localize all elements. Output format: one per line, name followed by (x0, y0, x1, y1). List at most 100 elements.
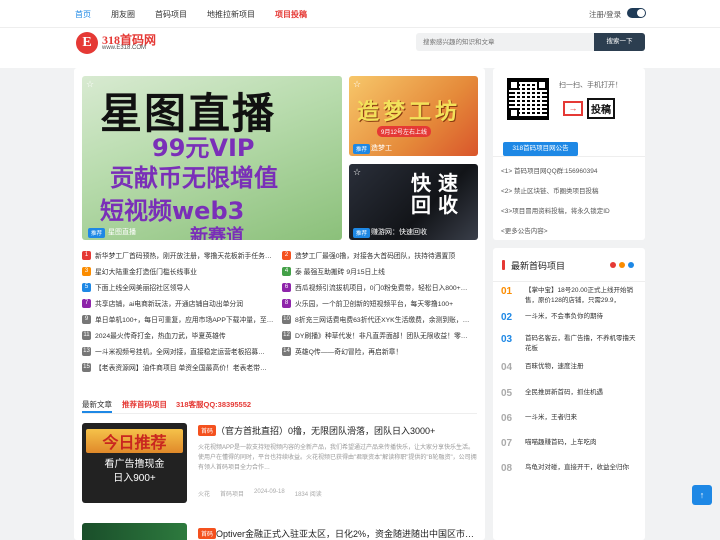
sidebar-promo-panel: 扫一扫、手机打开！ → 投稿 318首码项目网公告 <1> 首码项目网QQ群:1… (493, 68, 645, 240)
logo-icon[interactable]: E (76, 32, 98, 54)
dot-icon (628, 262, 634, 268)
ranking-item[interactable]: 05 全民推屏新首码，抓住机遇 (501, 388, 641, 408)
back-to-top-button[interactable]: ↑ (692, 485, 712, 505)
category-badge: 首码 (198, 528, 217, 539)
scan-hint: 扫一扫、手机打开！ (559, 82, 622, 89)
rank-badge: 8 (282, 298, 291, 308)
article-category[interactable]: 首码项目 (220, 489, 244, 498)
article-card[interactable]: 今日推荐 看广告撸现金 日入900+ 首码 （官方首批直招）0撸，无限团队滑落，团… (82, 423, 482, 508)
slide-caption[interactable]: 赚游网：快速回收 (371, 227, 427, 237)
recommend-badge: 推荐 (353, 228, 371, 238)
rank-badge: 4 (282, 266, 291, 276)
slide-line: 9月12号左右上线 (377, 126, 432, 137)
main-content: ☆ 星图直播 99元VIP 贡献币无限增值 短视频web3 新赛道 推荐 星图直… (74, 68, 485, 540)
rank-badge: 14 (282, 346, 291, 356)
nav-item-moments[interactable]: 朋友圈 (111, 9, 135, 20)
news-item[interactable]: 4泰 最强互助搬砖 9月15日上线 (282, 265, 482, 277)
rank-number: 02 (501, 312, 513, 323)
notice-item[interactable]: <2> 禁止区块链、币圈类项目投稿 (501, 185, 599, 195)
tab-qq[interactable]: 318客服QQ:38395552 (176, 399, 251, 410)
news-item[interactable]: 15 【老表资源网】油件商项目 单资全国最高价！老表老带… (82, 361, 282, 373)
author-name[interactable]: 火花 (198, 489, 210, 498)
login-arrow-icon: → (563, 101, 583, 116)
star-icon: ☆ (353, 167, 362, 177)
article-thumbnail[interactable] (82, 523, 187, 540)
notice-more-link[interactable]: <更多公告内容> (501, 225, 548, 235)
rank-number: 07 (501, 438, 513, 449)
tab-recommend[interactable]: 推荐首码项目 (122, 399, 167, 410)
nav-item-ground-promo[interactable]: 地推拉新项目 (207, 9, 255, 20)
star-icon: ☆ (353, 79, 362, 89)
slider-main-card[interactable]: ☆ 星图直播 99元VIP 贡献币无限增值 短视频web3 新赛道 推荐 星图直… (82, 76, 342, 240)
rank-number: 08 (501, 463, 513, 474)
article-title[interactable]: Optiver金融正式入驻亚太区，日化2%，资金随进随出中国区市… (216, 527, 474, 540)
news-item[interactable]: 11 2024最火传奇打金，热血刀武，毕夏英雄传 (82, 329, 282, 341)
news-item[interactable]: 13 一斗米视频号挂机，全网对接，直接稳定运营老板招募… (82, 345, 282, 357)
ranking-item[interactable]: 08 鸟龟对对碰，直接开干，收益全归你 (501, 463, 641, 483)
rank-badge: 12 (282, 330, 291, 340)
search-button[interactable]: 搜索一下 (594, 33, 645, 51)
nav-item-projects[interactable]: 首码项目 (155, 9, 187, 20)
notice-item[interactable]: <1> 首码项目网QQ群:156960394 (501, 165, 597, 175)
article-thumbnail[interactable]: 今日推荐 看广告撸现金 日入900+ (82, 423, 187, 503)
qr-corner (509, 80, 519, 90)
article-excerpt: 火花视频APP是一款支持短视频内容的全新产品，我们希望通过产品来传播快乐，让大家… (198, 445, 477, 471)
news-item[interactable]: 3 星幻大陆重金打造低门槛长线事业 (82, 265, 282, 277)
dot-icon (610, 262, 616, 268)
slide-line: 新赛道 (190, 226, 244, 240)
slide-line: 贡献币无限增值 (110, 164, 278, 192)
tab-latest[interactable]: 最新文章 (82, 399, 112, 410)
dot-icon (619, 262, 625, 268)
nav-item-home[interactable]: 首页 (75, 9, 91, 20)
rank-badge: 10 (282, 314, 291, 324)
ranking-item[interactable]: 07 喵喵趣赚首码，上车吃肉 (501, 438, 641, 458)
rank-badge: 7 (82, 298, 91, 308)
rank-badge: 5 (82, 282, 91, 292)
ranking-item[interactable]: 04 百昧优物，速度注册 (501, 362, 641, 382)
news-item[interactable]: 5 下面上线全网美丽招社区领导人 (82, 281, 282, 293)
slide-caption[interactable]: 星图直播 (108, 227, 136, 237)
article-title[interactable]: （官方首批直招）0撸，无限团队滑落，团队日入3000+ (216, 424, 435, 437)
star-icon: ☆ (86, 79, 95, 89)
submit-button[interactable]: → 投稿 (563, 98, 615, 119)
site-header: E 318首码网 www.E318.COM 搜索一下 (0, 28, 720, 68)
news-item[interactable]: 7 共享店铺，ai电商新玩法，开通店铺自动出单分润 (82, 297, 282, 309)
ranking-item[interactable]: 02 一斗米，不会事负你的期待 (501, 312, 641, 332)
thumb-title: 今日推荐 (86, 429, 183, 453)
news-item[interactable]: 14 英雄Q传——奇幻冒险，再启新章！ (282, 345, 482, 357)
widget-title: 最新首码项目 (511, 261, 566, 271)
divider (493, 156, 645, 157)
ranking-item[interactable]: 06 一斗米，王者归来 (501, 413, 641, 433)
search-input[interactable] (416, 33, 594, 51)
news-item[interactable]: 9 单日单机100+，每日可重复，应用市场APP下载冲量，至… (82, 313, 282, 325)
tab-announcements[interactable]: 318首码项目网公告 (503, 142, 578, 156)
slider-side-card-top[interactable]: ☆ 造梦工坊 9月12号左右上线 推荐 造梦工 (349, 76, 478, 156)
rank-badge: 2 (282, 250, 291, 260)
notice-item[interactable]: <3>项目冒用资料投稿，将永久锁定ID (501, 205, 610, 215)
top-nav-bar: 首页 朋友圈 首码项目 地推拉新项目 项目投稿 注册/登录 (0, 0, 720, 28)
news-item[interactable]: 12 DY刷播》种草代发！非凡直弄面部！团队无限收益！零… (282, 329, 482, 341)
theme-toggle[interactable] (627, 8, 646, 18)
news-item[interactable]: 2 造梦工厂最强0撸，对接各大首码团队，扶持待遇置顶 (282, 249, 482, 261)
slide-headline: 造梦工坊 (357, 100, 462, 125)
rank-number: 04 (501, 362, 513, 373)
news-item[interactable]: 6 西瓜视频引流拔机项目，0门0粉免费带，轻松日入800+… (282, 281, 482, 293)
news-item[interactable]: 10 8折充三网话费电费63折代还XYK生活缴费，余测到账，… (282, 313, 482, 325)
news-item[interactable]: 8 火乐园，一个前卫创新的短视频平台，每天零撸100+ (282, 297, 482, 309)
article-date: 2024-09-18 (254, 489, 285, 495)
rank-number: 03 (501, 334, 513, 345)
slider-side-card-bottom[interactable]: ☆ 快 速回 收 推荐 赚游网：快速回收 (349, 164, 478, 240)
login-link[interactable]: 注册/登录 (589, 9, 621, 20)
view-count: 1834 阅读 (294, 492, 322, 498)
ranking-item[interactable]: 03 首码名客云，看广告撸，不养机零撸天花板 (501, 334, 641, 354)
qr-corner (537, 80, 547, 90)
article-card[interactable]: 首码 Optiver金融正式入驻亚太区，日化2%，资金随进随出中国区市… (82, 523, 482, 540)
category-badge: 首码 (198, 425, 217, 436)
sidebar-latest-projects: 最新首码项目 01 【掌中宝】18号20.00正式上线开始销售，原价128的店铺，… (493, 248, 645, 540)
ranking-item[interactable]: 01 【掌中宝】18号20.00正式上线开始销售，原价128的店铺，只需29.9， (501, 286, 641, 306)
nav-item-submit[interactable]: 项目投稿 (275, 9, 307, 20)
main-nav: 首页 朋友圈 首码项目 地推拉新项目 项目投稿 (75, 9, 327, 20)
news-item[interactable]: 1 新华梦工厂首码预热，刚开放注册，零撸天花板新手任务… (82, 249, 282, 261)
slide-headline: 快 速回 收 (411, 171, 458, 217)
slide-caption[interactable]: 造梦工 (371, 143, 392, 153)
